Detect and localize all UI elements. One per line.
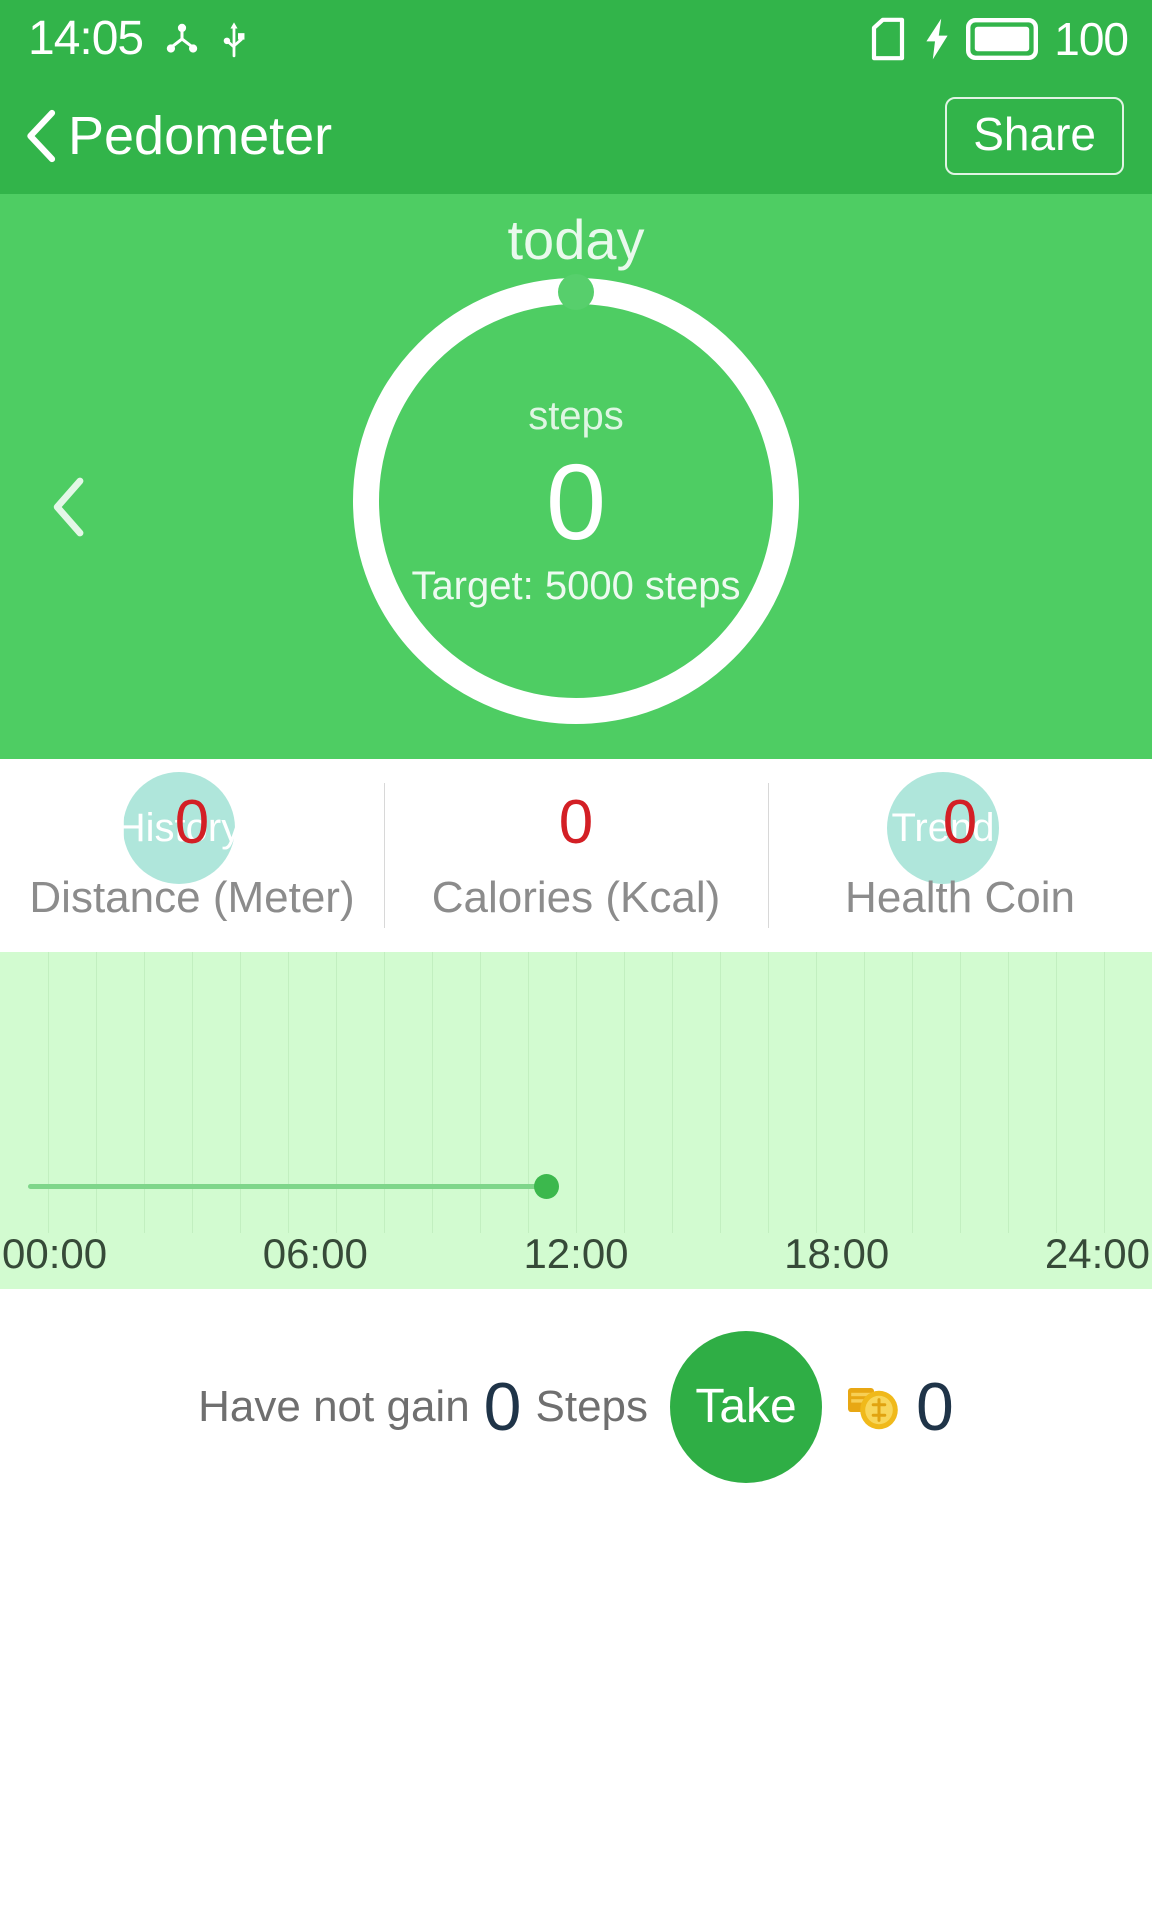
stat-calories: 0 Calories (Kcal) (384, 759, 768, 952)
progress-ring[interactable]: steps 0 Target: 5000 steps (353, 274, 799, 724)
stat-health-coin-value: 0 (942, 787, 978, 857)
chart-gridline (1008, 952, 1009, 1233)
battery-percent: 100 (1054, 13, 1129, 65)
chart-gridline (336, 952, 337, 1233)
stat-distance-value: 0 (174, 787, 210, 857)
stats-row: 0 Distance (Meter) 0 Calories (Kcal) 0 H… (0, 759, 1152, 952)
chart-gridline (480, 952, 481, 1233)
coins-icon (844, 1376, 908, 1438)
chart-gridline (912, 952, 913, 1233)
gain-step-count: 0 (483, 1369, 522, 1445)
status-bar-right: 100 (868, 13, 1129, 65)
chart-gridline (1104, 952, 1105, 1233)
previous-day-chevron-icon[interactable] (48, 476, 90, 538)
chart-gridline (1056, 952, 1057, 1233)
chart-gridline (384, 952, 385, 1233)
progress-ring-center: steps 0 Target: 5000 steps (379, 304, 773, 698)
steps-target: Target: 5000 steps (411, 564, 741, 608)
status-bar-left: 14:05 (28, 15, 247, 63)
usb-icon (221, 19, 247, 59)
chart-gridline (528, 952, 529, 1233)
stat-distance-label: Distance (Meter) (29, 872, 355, 922)
status-clock: 14:05 (28, 12, 144, 65)
reward-bar: Have not gain 0 Steps Take 0 (0, 1289, 1152, 1920)
chart-gridline (864, 952, 865, 1233)
chart-gridline (48, 952, 49, 1233)
stat-health-coin-label: Health Coin (845, 872, 1075, 922)
chart-gridline (192, 952, 193, 1233)
take-button[interactable]: Take (670, 1331, 823, 1483)
battery-full-icon (966, 18, 1039, 60)
chart-gridline (96, 952, 97, 1233)
steps-caption: steps (528, 394, 624, 438)
coin-group: 0 (844, 1373, 954, 1441)
sim-card-icon (868, 17, 908, 61)
steps-hero-panel: today steps 0 Target: 5000 steps (0, 194, 1152, 759)
charging-bolt-icon (924, 17, 950, 61)
steps-count: 0 (545, 441, 607, 562)
stat-distance: 0 Distance (Meter) (0, 759, 384, 952)
x-tick: 24:00 (1044, 1230, 1150, 1277)
status-bar: 14:05 100 (0, 0, 1152, 78)
stat-health-coin: 0 Health Coin (768, 759, 1152, 952)
x-tick: 12:00 (523, 1230, 629, 1277)
chart-gridline (768, 952, 769, 1233)
app-bar-left[interactable]: Pedometer (22, 108, 332, 164)
chart-zero-line (28, 1184, 546, 1189)
day-label: today (507, 208, 645, 271)
chart-gridline (624, 952, 625, 1233)
back-chevron-icon[interactable] (22, 108, 62, 164)
chart-gridlines (0, 952, 1152, 1233)
x-tick: 00:00 (2, 1230, 108, 1277)
chart-gridline (960, 952, 961, 1233)
page-title: Pedometer (68, 106, 333, 166)
reward-bar-inner: Have not gain 0 Steps Take 0 (0, 1331, 1152, 1483)
cast-icon (163, 20, 201, 58)
x-tick: 18:00 (784, 1230, 890, 1277)
steps-timeline-chart[interactable]: 00:00 06:00 12:00 18:00 24:00 (0, 952, 1152, 1289)
chart-gridline (144, 952, 145, 1233)
gain-prefix-label: Have not gain (198, 1382, 470, 1431)
share-button[interactable]: Share (945, 97, 1124, 175)
pedometer-screen: 14:05 100 Pedometer Share today steps 0 … (0, 0, 1152, 1920)
chart-gridline (816, 952, 817, 1233)
x-tick: 06:00 (262, 1230, 368, 1277)
chart-current-marker (534, 1174, 559, 1199)
stat-calories-label: Calories (Kcal) (431, 872, 721, 922)
app-bar: Pedometer Share (0, 78, 1152, 194)
gain-suffix-label: Steps (535, 1382, 649, 1431)
chart-gridline (432, 952, 433, 1233)
chart-gridline (288, 952, 289, 1233)
chart-x-axis: 00:00 06:00 12:00 18:00 24:00 (0, 1233, 1152, 1275)
stat-calories-value: 0 (558, 787, 594, 857)
chart-gridline (240, 952, 241, 1233)
coin-count: 0 (916, 1369, 954, 1445)
chart-gridline (576, 952, 577, 1233)
chart-gridline (720, 952, 721, 1233)
chart-gridline (672, 952, 673, 1233)
